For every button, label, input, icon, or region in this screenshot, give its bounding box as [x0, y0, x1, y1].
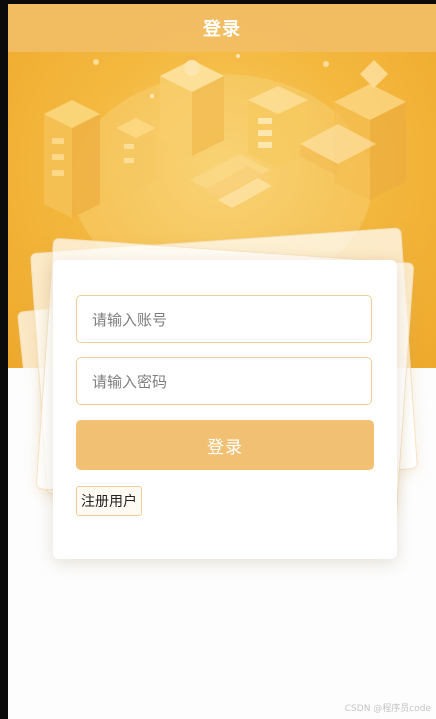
login-button-label: 登录 — [207, 437, 243, 458]
page-title: 登录 — [203, 19, 241, 40]
csdn-watermark: CSDN @程序员code — [344, 704, 431, 714]
account-input[interactable]: 请输入账号 — [76, 295, 372, 343]
register-user-label: 注册用户 — [81, 494, 137, 510]
login-button[interactable]: 登录 — [76, 420, 374, 470]
password-input-placeholder: 请输入密码 — [92, 372, 168, 391]
password-input[interactable]: 请输入密码 — [76, 357, 372, 405]
app-screen: 登录 请输入账号 请输入密码 登录 注册用户 CSDN @程序员code — [8, 4, 436, 719]
register-user-button[interactable]: 注册用户 — [76, 486, 142, 516]
account-input-placeholder: 请输入账号 — [92, 310, 168, 329]
top-header-bar: 登录 — [8, 4, 436, 52]
login-form-card: 请输入账号 请输入密码 登录 注册用户 — [53, 260, 397, 559]
